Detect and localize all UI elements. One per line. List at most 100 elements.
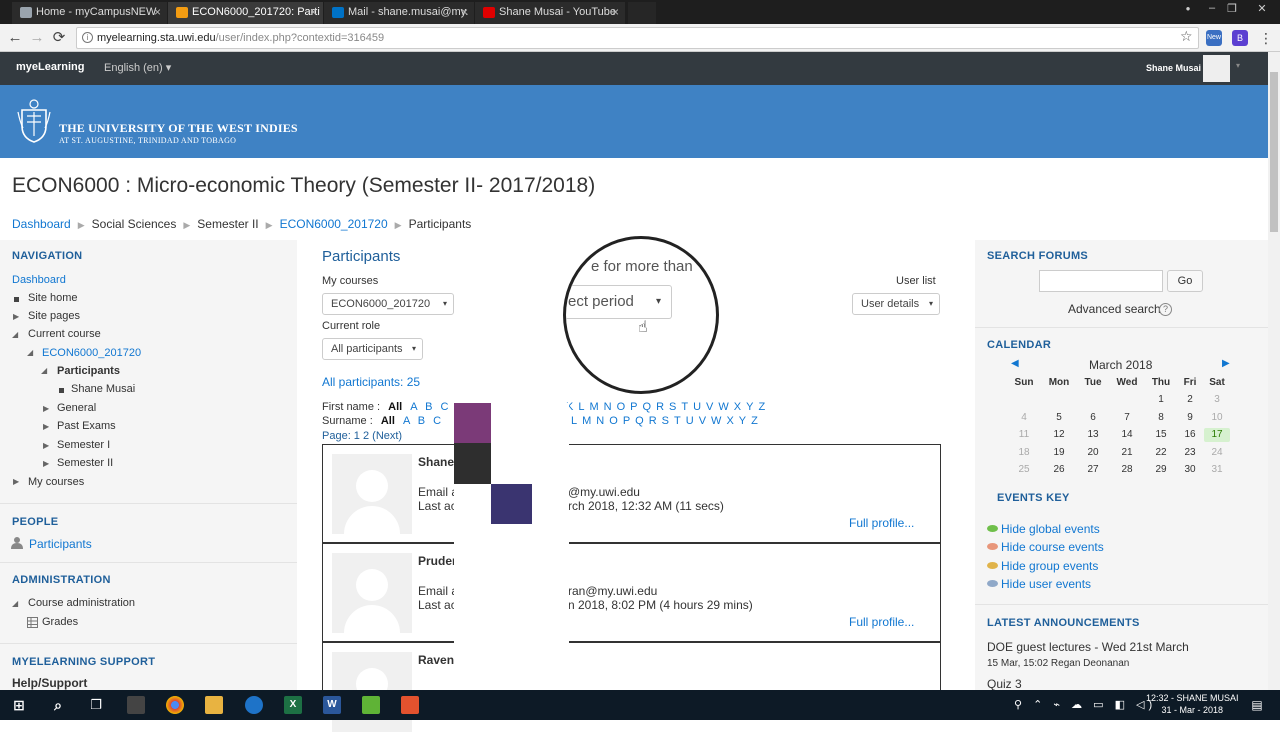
initial-letter[interactable]: Y: [739, 415, 746, 427]
language-menu[interactable]: English (en) ▾: [104, 61, 171, 74]
tab-econ6000[interactable]: ECON6000_201720: Parti ×: [168, 2, 323, 24]
initial-letter[interactable]: Z: [751, 415, 758, 427]
initial-letter[interactable]: A: [403, 415, 410, 427]
address-bar[interactable]: i myelearning.sta.uwi.edu/user/index.php…: [76, 27, 1199, 49]
calendar-day[interactable]: 14: [1114, 428, 1140, 442]
nav-grades[interactable]: Grades: [42, 616, 78, 628]
collapse-triangle-icon[interactable]: ◢: [12, 599, 18, 608]
event-toggle-link[interactable]: Hide course events: [987, 540, 1104, 554]
expand-triangle-icon[interactable]: ▶: [13, 312, 19, 321]
collapse-triangle-icon[interactable]: ◢: [27, 348, 33, 357]
initial-letter[interactable]: L: [571, 415, 577, 427]
calendar-day[interactable]: 22: [1148, 446, 1174, 460]
tab-mail[interactable]: Mail - shane.musai@my. ×: [324, 2, 474, 24]
calendar-day[interactable]: 21: [1114, 446, 1140, 460]
initial-letter[interactable]: S: [662, 415, 669, 427]
initial-letter[interactable]: N: [604, 401, 612, 413]
initial-letter[interactable]: N: [596, 415, 604, 427]
nav-past-exams[interactable]: Past Exams: [57, 420, 116, 432]
nav-site-pages[interactable]: Site pages: [28, 310, 80, 322]
edge-icon[interactable]: [245, 696, 263, 714]
event-toggle-link[interactable]: Hide group events: [987, 559, 1098, 573]
calendar-day[interactable]: 27: [1080, 463, 1106, 477]
calendar-day[interactable]: 28: [1114, 463, 1140, 477]
tab-mycampus[interactable]: Home - myCampusNEW ×: [12, 2, 167, 24]
close-tab-icon[interactable]: ×: [154, 2, 161, 22]
calendar-day[interactable]: 30: [1177, 463, 1203, 477]
initial-letter[interactable]: A: [410, 401, 417, 413]
user-avatar[interactable]: [1203, 55, 1230, 82]
profile-icon[interactable]: ●: [1180, 4, 1196, 13]
calendar-day[interactable]: 4: [1011, 411, 1037, 425]
initial-letter[interactable]: W: [718, 401, 728, 413]
calendar-day[interactable]: 15: [1148, 428, 1174, 442]
initial-letter[interactable]: C: [440, 401, 448, 413]
initial-letter[interactable]: Z: [758, 401, 765, 413]
calendar-day[interactable]: 1: [1148, 393, 1174, 407]
expand-triangle-icon[interactable]: ▶: [43, 404, 49, 413]
calendar-day[interactable]: 19: [1046, 446, 1072, 460]
nav-my-courses[interactable]: My courses: [28, 476, 84, 488]
initial-letter[interactable]: C: [433, 415, 441, 427]
breadcrumb-semester-ii[interactable]: Semester II: [197, 217, 258, 231]
excel-icon[interactable]: X: [284, 696, 302, 714]
reload-icon[interactable]: ⟳: [50, 29, 68, 47]
tab-youtube[interactable]: Shane Musai - YouTube ×: [475, 2, 625, 24]
scrollbar-thumb[interactable]: [1270, 72, 1278, 232]
user-list-select[interactable]: User details ▾: [852, 293, 940, 315]
extension-b-icon[interactable]: B: [1232, 30, 1248, 46]
calendar-day[interactable]: 5: [1046, 411, 1072, 425]
extension-new-icon[interactable]: New: [1206, 30, 1222, 46]
surname-all[interactable]: All: [381, 415, 395, 427]
announcement-link[interactable]: DOE guest lectures - Wed 21st March: [987, 640, 1189, 654]
calendar-day[interactable]: 23: [1177, 446, 1203, 460]
full-profile-link[interactable]: Full profile...: [849, 516, 914, 530]
initial-letter[interactable]: W: [711, 415, 721, 427]
nav-course-administration[interactable]: Course administration: [28, 597, 135, 609]
close-window-icon[interactable]: ✕: [1254, 2, 1270, 15]
paging-bar[interactable]: Page: 1 2 (Next): [322, 430, 402, 442]
breadcrumb-dashboard[interactable]: Dashboard: [12, 217, 71, 231]
calendar-day[interactable]: 6: [1080, 411, 1106, 425]
initial-letter[interactable]: B: [425, 401, 432, 413]
initial-letter[interactable]: M: [589, 401, 598, 413]
calendar-day[interactable]: 20: [1080, 446, 1106, 460]
initial-letter[interactable]: B: [418, 415, 425, 427]
email-value[interactable]: @my.uwi.edu: [568, 485, 640, 499]
initial-letter[interactable]: L: [578, 401, 584, 413]
forward-icon[interactable]: →: [28, 29, 46, 47]
close-tab-icon[interactable]: ×: [461, 2, 468, 22]
current-role-select[interactable]: All participants ▾: [322, 338, 423, 360]
calendar-day[interactable]: 7: [1114, 411, 1140, 425]
event-toggle-link[interactable]: Hide global events: [987, 522, 1100, 536]
expand-triangle-icon[interactable]: ▶: [43, 422, 49, 431]
calendar-day[interactable]: 11: [1011, 428, 1037, 442]
nav-course-code[interactable]: ECON6000_201720: [42, 347, 141, 359]
help-icon[interactable]: ?: [1159, 303, 1172, 316]
calendar-day[interactable]: 26: [1046, 463, 1072, 477]
participant-name[interactable]: Raven: [418, 653, 454, 667]
initial-letter[interactable]: T: [674, 415, 681, 427]
collapse-triangle-icon[interactable]: ◢: [41, 366, 47, 375]
default-avatar-icon[interactable]: [332, 454, 412, 534]
nav-current-course[interactable]: Current course: [28, 328, 101, 340]
initial-letter[interactable]: R: [649, 415, 657, 427]
windows-start-icon[interactable]: ⊞: [10, 696, 28, 714]
search-icon[interactable]: ⌕: [49, 696, 67, 714]
store-icon[interactable]: [127, 696, 145, 714]
minimize-icon[interactable]: ‒: [1204, 2, 1220, 14]
initial-letter[interactable]: U: [693, 401, 701, 413]
nav-site-home[interactable]: Site home: [28, 292, 78, 304]
people-participants-link[interactable]: Participants: [29, 537, 92, 551]
nav-dashboard[interactable]: Dashboard: [12, 274, 66, 286]
breadcrumb-social-sciences[interactable]: Social Sciences: [92, 217, 177, 231]
initial-letter[interactable]: X: [734, 401, 741, 413]
breadcrumb-course[interactable]: ECON6000_201720: [280, 217, 388, 231]
close-tab-icon[interactable]: ×: [612, 2, 619, 22]
initial-letter[interactable]: T: [681, 401, 688, 413]
initial-letter[interactable]: P: [623, 415, 630, 427]
calendar-day[interactable]: 31: [1204, 463, 1230, 477]
participant-name[interactable]: Shane: [418, 455, 454, 469]
nav-general[interactable]: General: [57, 402, 96, 414]
initial-letter[interactable]: V: [699, 415, 706, 427]
